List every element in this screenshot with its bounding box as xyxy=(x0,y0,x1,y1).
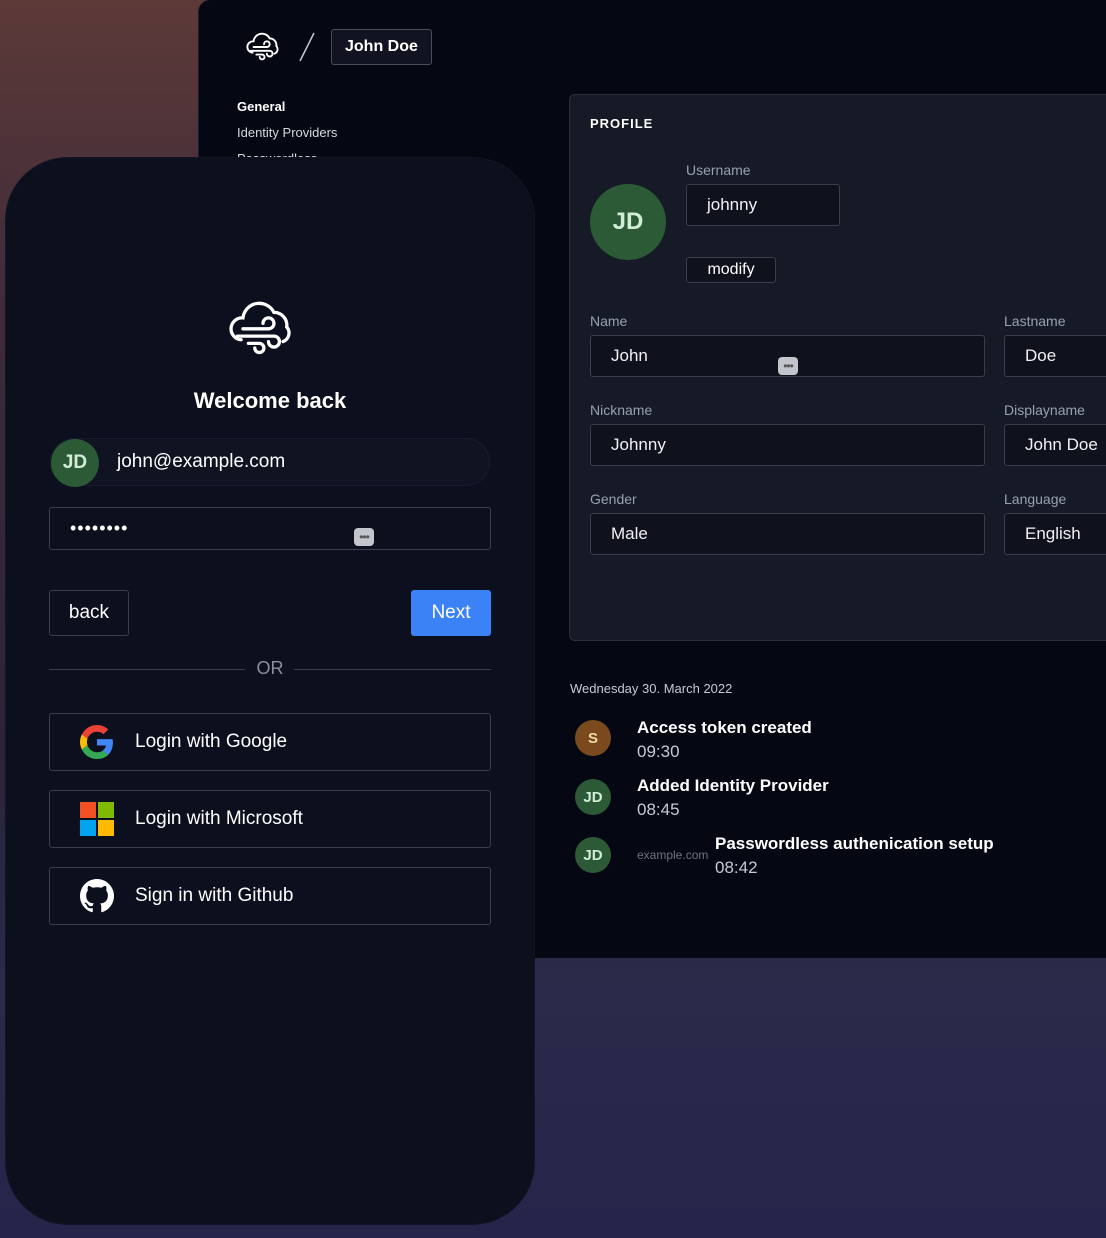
breadcrumb: John Doe xyxy=(245,28,432,66)
activity-time: 08:45 xyxy=(637,800,680,819)
google-icon xyxy=(80,725,113,759)
sidebar-nav: General Identity Providers Passwordless xyxy=(237,99,337,161)
username-field[interactable]: johnny xyxy=(686,184,840,226)
back-button[interactable]: back xyxy=(49,590,129,636)
modify-button[interactable]: modify xyxy=(686,257,776,283)
org-selector-button[interactable]: John Doe xyxy=(331,29,432,65)
login-github-label: Sign in with Github xyxy=(135,885,294,906)
user-account-pill[interactable]: JD john@example.com xyxy=(50,438,490,487)
nickname-label: Nickname xyxy=(590,402,653,418)
sidebar-item-identity-providers[interactable]: Identity Providers xyxy=(237,125,337,151)
password-manager-icon[interactable]: ••• xyxy=(778,357,798,375)
avatar: JD xyxy=(590,184,666,260)
avatar: JD xyxy=(575,779,611,815)
gender-select[interactable]: Male xyxy=(590,513,985,555)
login-google-label: Login with Google xyxy=(135,731,288,752)
name-label: Name xyxy=(590,313,628,329)
github-icon xyxy=(80,879,114,913)
login-microsoft-label: Login with Microsoft xyxy=(135,808,303,829)
login-email: john@example.com xyxy=(117,451,286,472)
gender-label: Gender xyxy=(590,491,637,507)
language-select[interactable]: English xyxy=(1004,513,1106,555)
login-google-button[interactable]: Login with Google xyxy=(49,713,491,771)
activity-org: example.com xyxy=(637,848,709,862)
username-label: Username xyxy=(686,162,751,178)
avatar: S xyxy=(575,720,611,756)
microsoft-icon xyxy=(80,802,114,836)
language-label: Language xyxy=(1004,491,1067,507)
activity-title: Passwordless authenication setup xyxy=(715,834,994,853)
activity-title: Access token created xyxy=(637,718,812,737)
sidebar-item-general[interactable]: General xyxy=(237,99,337,125)
activity-date: Wednesday 30. March 2022 xyxy=(570,681,733,696)
divider xyxy=(294,669,491,670)
cloud-logo-icon xyxy=(229,301,291,355)
login-microsoft-button[interactable]: Login with Microsoft xyxy=(49,790,491,848)
lastname-field[interactable]: Doe xyxy=(1004,335,1106,377)
password-manager-icon[interactable]: ••• xyxy=(354,528,374,546)
activity-title: Added Identity Provider xyxy=(637,776,829,795)
next-button[interactable]: Next xyxy=(411,590,491,636)
avatar: JD xyxy=(51,439,99,487)
nickname-field[interactable]: Johnny xyxy=(590,424,985,466)
password-field[interactable]: •••••••• xyxy=(49,507,491,550)
displayname-field[interactable]: John Doe xyxy=(1004,424,1106,466)
divider xyxy=(49,669,245,670)
cloud-logo-icon[interactable] xyxy=(245,28,283,66)
activity-time: 08:42 xyxy=(715,858,758,877)
lastname-label: Lastname xyxy=(1004,313,1066,329)
avatar: JD xyxy=(575,837,611,873)
profile-heading: PROFILE xyxy=(590,116,654,131)
displayname-label: Displayname xyxy=(1004,402,1085,418)
or-separator: OR xyxy=(256,658,284,678)
activity-time: 09:30 xyxy=(637,742,680,761)
breadcrumb-separator xyxy=(299,32,315,62)
profile-card: PROFILE JD Username johnny modify Name J… xyxy=(569,94,1106,641)
login-github-button[interactable]: Sign in with Github xyxy=(49,867,491,925)
welcome-heading: Welcome back xyxy=(193,388,347,413)
